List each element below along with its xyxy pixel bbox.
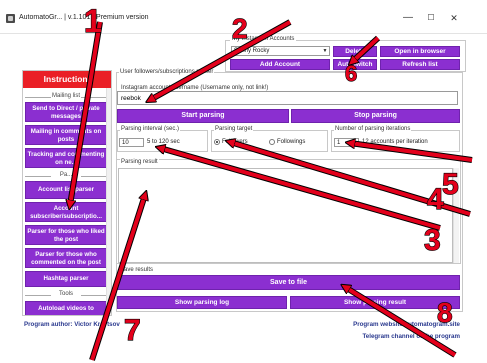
username-input[interactable] — [121, 94, 441, 103]
section-tools: Tools — [25, 291, 107, 299]
stop-parsing-button[interactable]: Stop parsing — [291, 109, 460, 123]
interval-label: Parsing interval (sec.) — [120, 126, 181, 132]
telegram-channel-link[interactable]: Telegram channel of the program — [362, 333, 460, 340]
save-to-file-button[interactable]: Save to file — [117, 275, 460, 290]
sidebar-item-hashtag-parser[interactable]: Hashtag parser — [25, 271, 107, 287]
instructions-header[interactable]: Instructions — [23, 71, 111, 88]
annotation-number-7: 7 — [124, 314, 141, 347]
target-label: Parsing target — [214, 126, 254, 132]
window-title: AutomatoGr... | v.1.101 | Premium versio… — [19, 14, 149, 21]
section-mailing-list: Mailing list — [25, 93, 107, 101]
account-select[interactable]: Sunny Rocky ▼ — [231, 46, 330, 56]
result-textarea[interactable] — [118, 168, 453, 263]
sidebar-item-likers-parser[interactable]: Parser for those who liked the post — [25, 225, 107, 245]
chevron-down-icon: ▼ — [322, 48, 328, 54]
followers-label[interactable]: Followers — [222, 139, 248, 145]
followings-label[interactable]: Followings — [277, 139, 305, 145]
interval-hint: 5 to 120 sec — [147, 139, 180, 145]
followers-radio[interactable] — [214, 139, 220, 145]
program-author-link[interactable]: Program author: Victor Kravtsov — [24, 321, 120, 328]
username-field[interactable] — [117, 91, 458, 105]
instructions-sidebar: Instructions Mailing list Send to Direct… — [22, 70, 112, 316]
sidebar-item-tracking[interactable]: Tracking and commenting on ne... — [25, 148, 107, 168]
show-parsing-log-button[interactable]: Show parsing log — [117, 296, 287, 309]
iterations-hint: 12 accounts per iteration — [362, 139, 428, 145]
followings-radio[interactable] — [269, 139, 275, 145]
sidebar-item-autoload-videos[interactable]: Autoload videos to — [25, 301, 107, 315]
add-account-button[interactable]: Add Account — [230, 59, 330, 70]
result-label: Parsing result — [120, 159, 159, 165]
selected-account: Sunny Rocky — [234, 48, 270, 54]
refresh-list-button[interactable]: Refresh list — [380, 59, 460, 70]
section-parsing: Pa... — [25, 172, 107, 180]
sidebar-item-account-list-parser[interactable]: Account list parser — [25, 181, 107, 199]
iterations-label: Number of parsing iterations — [334, 126, 412, 132]
delete-account-button[interactable]: Delete — [333, 46, 377, 57]
sidebar-item-direct[interactable]: Send to Direct / private messages — [25, 102, 107, 122]
parser-group-label: User followers/subscriptions parser — [119, 69, 215, 75]
start-parsing-button[interactable]: Start parsing — [117, 109, 289, 123]
show-parsing-result-button[interactable]: Show parsing result — [290, 296, 460, 309]
sidebar-item-commenters-parser[interactable]: Parser for those who commented on the po… — [25, 248, 107, 268]
save-results-label: Save results — [119, 267, 155, 273]
open-in-browser-button[interactable]: Open in browser — [380, 46, 460, 57]
sidebar-item-subscriber-parser[interactable]: Account subscriber/subscriptio... — [25, 202, 107, 222]
program-website-link[interactable]: Program website automatogram.site — [353, 321, 460, 328]
interval-input[interactable]: 10 — [119, 138, 144, 147]
close-button[interactable]: ✕ — [441, 10, 467, 26]
result-scrollbar[interactable] — [453, 168, 459, 263]
sidebar-scrollbar[interactable] — [106, 88, 111, 315]
iterations-input[interactable]: 1 — [334, 138, 359, 147]
result-group: Parsing result — [116, 159, 461, 264]
accounts-group-label: My Instagram Accounts — [230, 36, 297, 42]
autoswitch-button[interactable]: Autoswitch — [333, 59, 377, 70]
app-icon — [6, 14, 15, 23]
title-bar: AutomatoGr... | v.1.101 | Premium versio… — [0, 0, 487, 34]
sidebar-item-comment-mailing[interactable]: Mailing in comments on posts — [25, 125, 107, 145]
